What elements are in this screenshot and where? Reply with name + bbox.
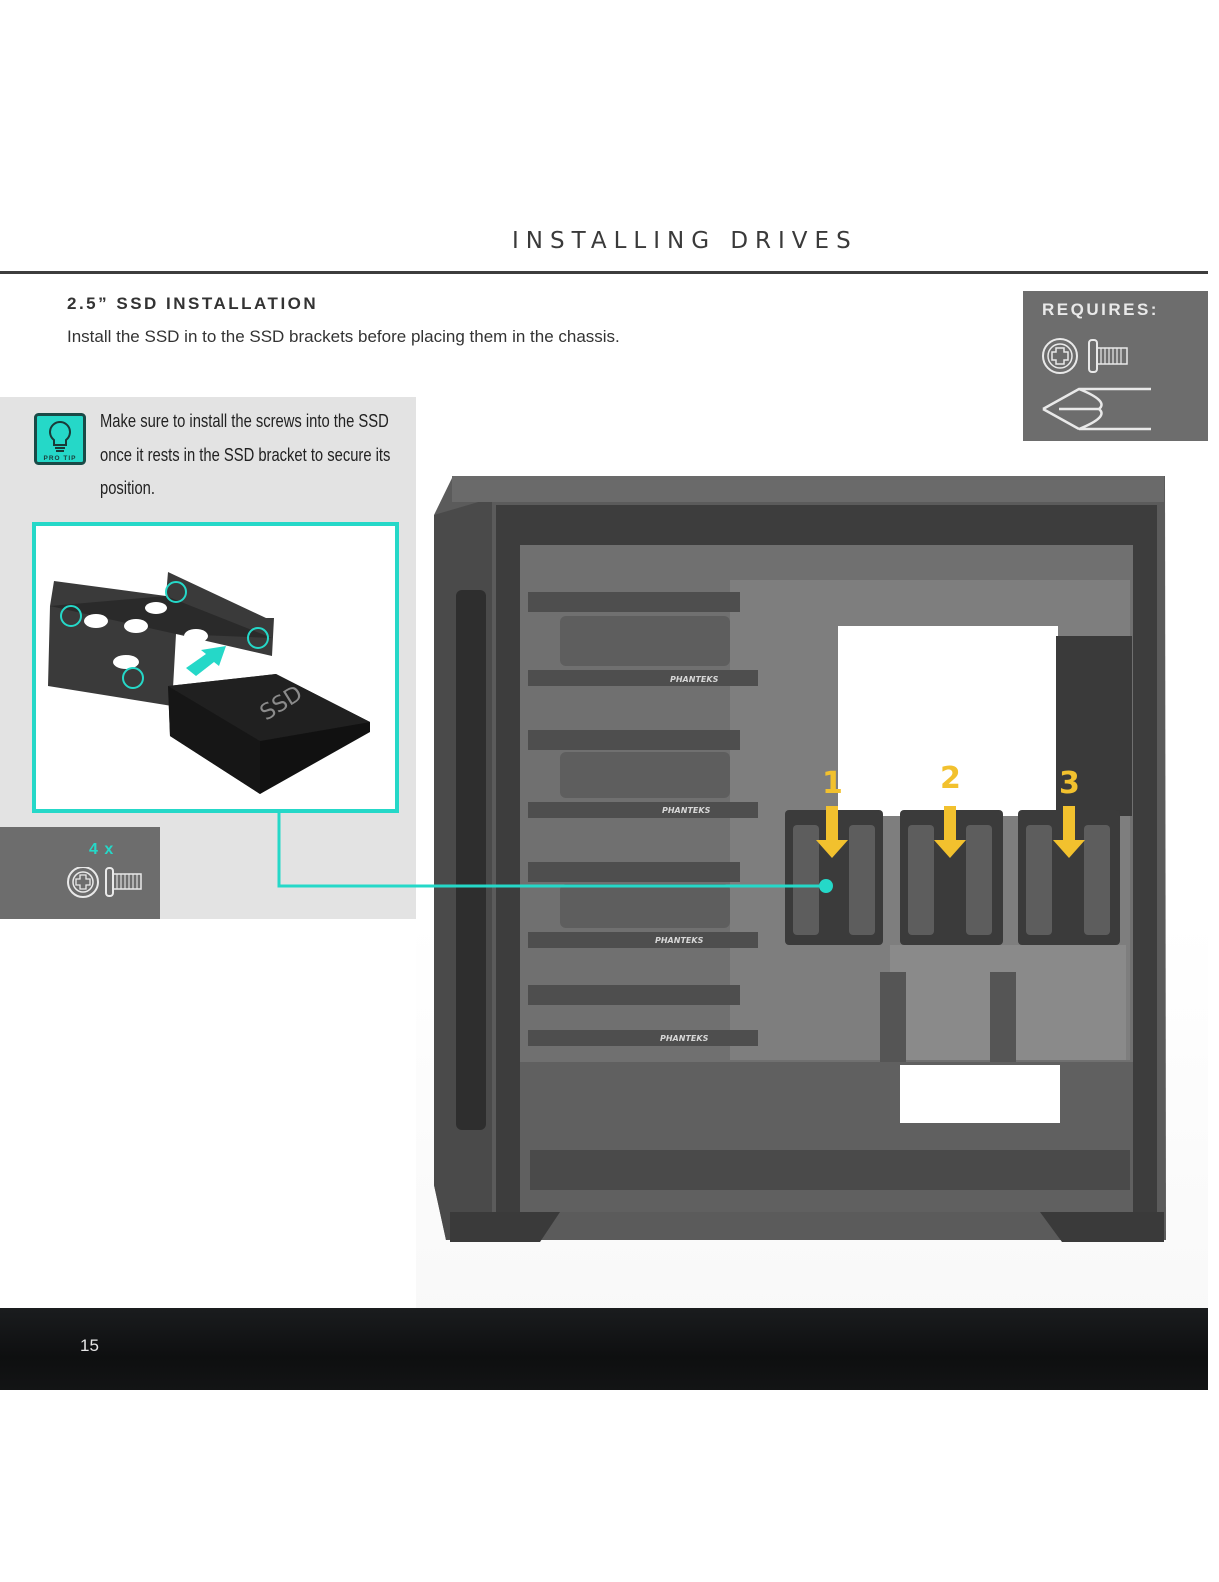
page-number: 15 <box>80 1336 99 1355</box>
footer-band: 15 <box>0 1308 1208 1390</box>
